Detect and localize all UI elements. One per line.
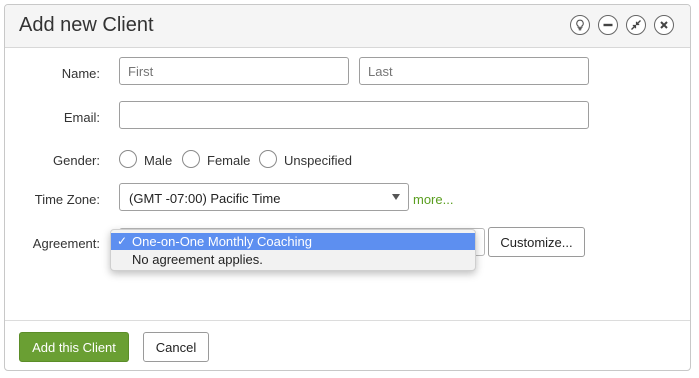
close-icon[interactable] — [654, 15, 674, 35]
agreement-option-label: No agreement applies. — [132, 252, 263, 267]
dialog-title: Add new Client — [19, 14, 154, 36]
footer-divider — [5, 320, 690, 321]
gender-female-radio[interactable] — [182, 150, 200, 168]
lightbulb-icon[interactable] — [570, 15, 590, 35]
timezone-value: (GMT -07:00) Pacific Time — [129, 191, 281, 206]
first-name-field[interactable] — [119, 57, 349, 85]
timezone-select[interactable]: (GMT -07:00) Pacific Time — [119, 183, 409, 211]
agreement-option-label: One-on-One Monthly Coaching — [132, 234, 312, 249]
last-name-field[interactable] — [359, 57, 589, 85]
timezone-more-link[interactable]: more... — [413, 192, 453, 207]
agreement-label: Agreement: — [32, 236, 100, 251]
chevron-down-icon — [392, 194, 400, 200]
agreement-option-selected[interactable]: ✓ One-on-One Monthly Coaching — [111, 233, 475, 250]
cancel-button[interactable]: Cancel — [143, 332, 209, 362]
agreement-option[interactable]: No agreement applies. — [111, 251, 475, 268]
customize-button[interactable]: Customize... — [488, 227, 585, 257]
timezone-label: Time Zone: — [34, 192, 100, 207]
gender-label: Gender: — [53, 153, 100, 168]
collapse-icon[interactable] — [626, 15, 646, 35]
checkmark-icon: ✓ — [117, 234, 128, 248]
minimize-icon[interactable] — [598, 15, 618, 35]
gender-unspecified-label: Unspecified — [284, 153, 352, 168]
gender-male-radio[interactable] — [119, 150, 137, 168]
add-client-dialog: Add new Client Name: Email: Gender: Male… — [4, 4, 691, 371]
gender-male-label: Male — [144, 153, 173, 168]
dialog-titlebar: Add new Client — [5, 5, 690, 48]
add-client-button[interactable]: Add this Client — [19, 332, 129, 362]
email-label: Email: — [63, 110, 100, 125]
gender-female-label: Female — [207, 153, 251, 168]
agreement-dropdown-list: ✓ One-on-One Monthly Coaching No agreeme… — [110, 229, 476, 271]
name-label: Name: — [61, 66, 100, 81]
email-field[interactable] — [119, 101, 589, 129]
gender-unspecified-radio[interactable] — [259, 150, 277, 168]
